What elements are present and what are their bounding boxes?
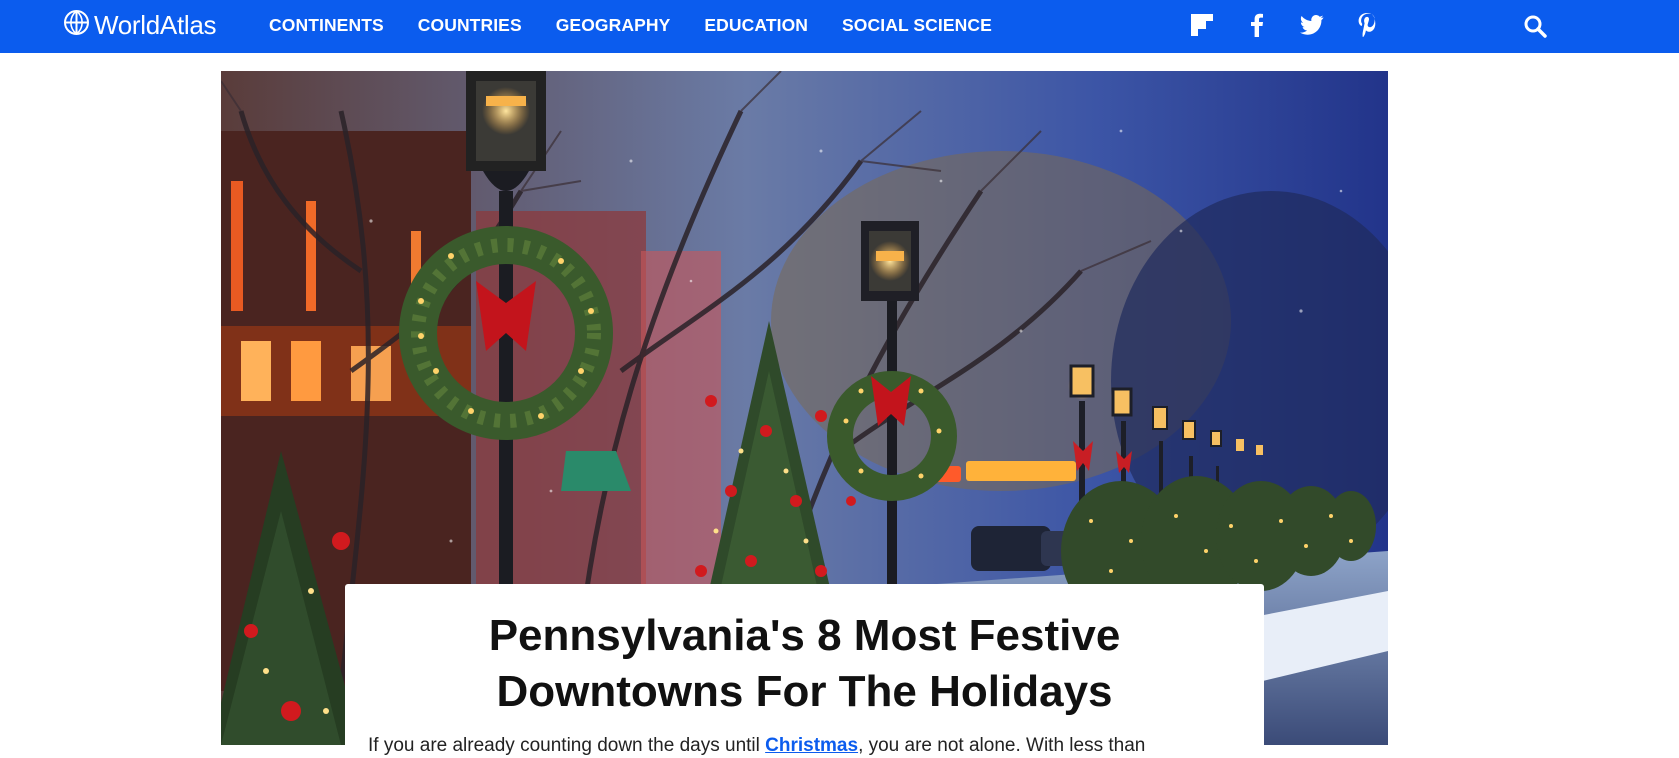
main-nav: CONTINENTS COUNTRIES GEOGRAPHY EDUCATION…	[269, 0, 1026, 50]
article-title: Pennsylvania's 8 Most Festive Downtowns …	[488, 611, 1121, 716]
nav-geography[interactable]: GEOGRAPHY	[556, 15, 671, 36]
search-icon[interactable]	[1521, 12, 1549, 40]
intro-text-before: If you are already counting down the day…	[368, 735, 766, 756]
article-title-card: Pennsylvania's 8 Most Festive Downtowns …	[345, 584, 1264, 756]
intro-text-after: , you are not alone. With less than	[858, 735, 1146, 756]
site-logo[interactable]: WorldAtlas	[63, 9, 217, 41]
christmas-link[interactable]: Christmas	[765, 735, 858, 756]
facebook-icon[interactable]	[1229, 11, 1284, 39]
article-intro: If you are already counting down the day…	[368, 734, 1248, 758]
nav-education[interactable]: EDUCATION	[704, 15, 808, 36]
globe-icon	[63, 9, 90, 41]
flipboard-icon[interactable]	[1174, 11, 1229, 39]
nav-continents[interactable]: CONTINENTS	[269, 15, 384, 36]
brand-name: WorldAtlas	[94, 10, 217, 40]
twitter-icon[interactable]	[1284, 11, 1339, 39]
nav-social-science[interactable]: SOCIAL SCIENCE	[842, 15, 992, 36]
social-links	[1174, 11, 1394, 39]
pinterest-icon[interactable]	[1339, 11, 1394, 39]
top-navigation-bar: WorldAtlas CONTINENTS COUNTRIES GEOGRAPH…	[0, 0, 1679, 53]
nav-countries[interactable]: COUNTRIES	[418, 15, 522, 36]
